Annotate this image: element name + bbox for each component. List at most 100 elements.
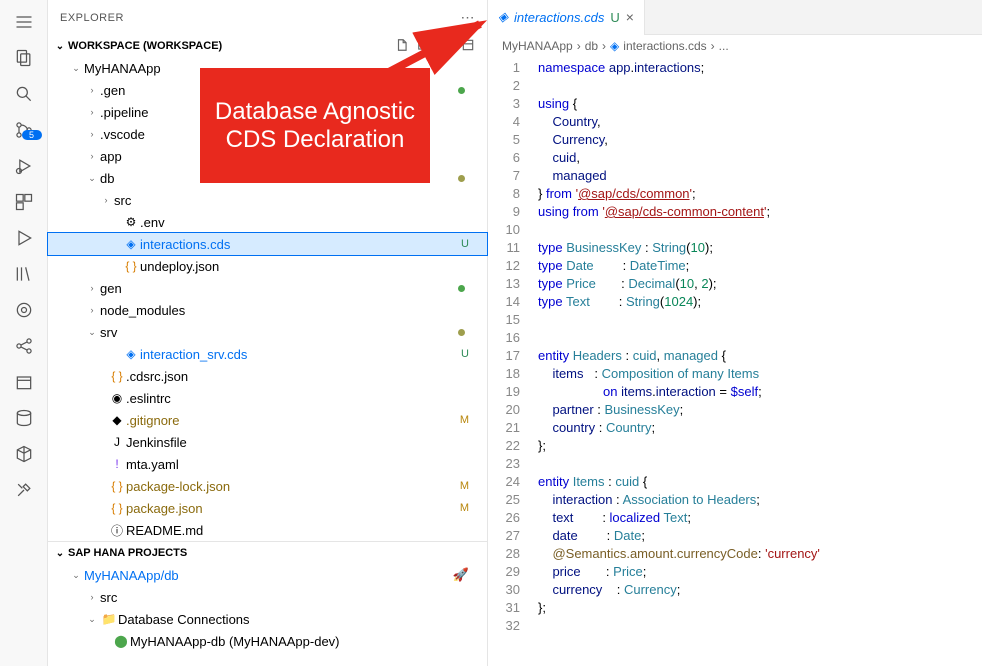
run-debug-icon[interactable] bbox=[10, 152, 38, 180]
code-line[interactable]: type Price : Decimal(10, 2); bbox=[538, 275, 982, 293]
tree-item[interactable]: { }package.jsonM bbox=[48, 497, 487, 519]
tree-item[interactable]: ›node_modules bbox=[48, 299, 487, 321]
tree-item[interactable]: { }undeploy.json bbox=[48, 255, 487, 277]
source-control-icon[interactable] bbox=[10, 116, 38, 144]
chevron-down-icon: ⌄ bbox=[52, 41, 68, 52]
search-icon[interactable] bbox=[10, 80, 38, 108]
code-line[interactable]: partner : BusinessKey; bbox=[538, 401, 982, 419]
tree-label: .env bbox=[140, 215, 165, 230]
cube-icon[interactable] bbox=[10, 440, 38, 468]
line-number: 7 bbox=[488, 167, 520, 185]
database-icon[interactable] bbox=[10, 404, 38, 432]
code-line[interactable] bbox=[538, 311, 982, 329]
tree-item[interactable]: ◆.gitignoreM bbox=[48, 409, 487, 431]
tree-label: Jenkinsfile bbox=[126, 435, 187, 450]
tree-label: package-lock.json bbox=[126, 479, 230, 494]
cds-icon: ◈ bbox=[122, 347, 140, 361]
tree-item[interactable]: ›gen bbox=[48, 277, 487, 299]
breadcrumb-segment[interactable]: ... bbox=[719, 39, 729, 53]
extensions-icon[interactable] bbox=[10, 188, 38, 216]
explorer-icon[interactable] bbox=[10, 44, 38, 72]
code-line[interactable]: Country, bbox=[538, 113, 982, 131]
tree-label: .gitignore bbox=[126, 413, 179, 428]
menu-icon[interactable] bbox=[10, 8, 38, 36]
tree-item[interactable]: ◈interaction_srv.cdsU bbox=[48, 343, 487, 365]
code-line[interactable]: price : Price; bbox=[538, 563, 982, 581]
tree-item[interactable]: JJenkinsfile bbox=[48, 431, 487, 453]
tree-label: interaction_srv.cds bbox=[140, 347, 247, 362]
callout-text: Database Agnostic CDS Declaration bbox=[206, 98, 424, 154]
breadcrumb-segment[interactable]: MyHANAApp bbox=[502, 39, 573, 53]
tree-item[interactable]: ⓘREADME.md bbox=[48, 519, 487, 541]
play-icon[interactable] bbox=[10, 224, 38, 252]
code-line[interactable]: entity Items : cuid { bbox=[538, 473, 982, 491]
code-line[interactable]: interaction : Association to Headers; bbox=[538, 491, 982, 509]
tree-item[interactable]: ◉.eslintrc bbox=[48, 387, 487, 409]
code-line[interactable]: items : Composition of many Items bbox=[538, 365, 982, 383]
code-line[interactable] bbox=[538, 77, 982, 95]
json-icon: { } bbox=[122, 259, 140, 273]
code-line[interactable] bbox=[538, 221, 982, 239]
code-line[interactable] bbox=[538, 329, 982, 347]
code-line[interactable]: @Semantics.amount.currencyCode: 'currenc… bbox=[538, 545, 982, 563]
tree-item[interactable]: ⚙.env bbox=[48, 211, 487, 233]
hana-src[interactable]: › src bbox=[48, 586, 487, 608]
code-line[interactable]: } from '@sap/cds/common'; bbox=[538, 185, 982, 203]
tree-item[interactable]: { }.cdsrc.json bbox=[48, 365, 487, 387]
code-line[interactable]: type Date : DateTime; bbox=[538, 257, 982, 275]
tree-item[interactable]: ◈interactions.cdsU bbox=[48, 233, 487, 255]
status-dot bbox=[458, 329, 465, 336]
code-line[interactable]: type BusinessKey : String(10); bbox=[538, 239, 982, 257]
tree-item[interactable]: !mta.yaml bbox=[48, 453, 487, 475]
code-line[interactable]: currency : Currency; bbox=[538, 581, 982, 599]
code-line[interactable]: date : Date; bbox=[538, 527, 982, 545]
circle-icon[interactable] bbox=[10, 296, 38, 324]
code-line[interactable]: type Text : String(1024); bbox=[538, 293, 982, 311]
chevron-down-icon: ⌄ bbox=[84, 614, 100, 625]
code-area[interactable]: 1234567891011121314151617181920212223242… bbox=[488, 57, 982, 666]
tools-icon[interactable] bbox=[10, 476, 38, 504]
tab-interactions[interactable]: ◈ interactions.cds U × bbox=[488, 0, 645, 35]
md-icon: ⓘ bbox=[108, 522, 126, 539]
library-icon[interactable] bbox=[10, 260, 38, 288]
code-line[interactable]: entity Headers : cuid, managed { bbox=[538, 347, 982, 365]
hana-connections[interactable]: ⌄ 📁 Database Connections bbox=[48, 608, 487, 630]
code-line[interactable]: country : Country; bbox=[538, 419, 982, 437]
git-icon: ◆ bbox=[108, 413, 126, 427]
code-content[interactable]: namespace app.interactions; using { Coun… bbox=[534, 57, 982, 666]
hana-header[interactable]: ⌄ SAP HANA PROJECTS bbox=[48, 542, 487, 564]
rocket-icon[interactable]: 🚀 bbox=[453, 567, 469, 583]
tab-bar: ◈ interactions.cds U × bbox=[488, 0, 982, 35]
code-line[interactable]: text : localized Text; bbox=[538, 509, 982, 527]
code-line[interactable]: using from '@sap/cds-common-content'; bbox=[538, 203, 982, 221]
code-line[interactable]: }; bbox=[538, 599, 982, 617]
tree-item[interactable]: ›src bbox=[48, 189, 487, 211]
code-line[interactable] bbox=[538, 455, 982, 473]
chevron-icon: ⌄ bbox=[84, 327, 100, 338]
share-icon[interactable] bbox=[10, 332, 38, 360]
line-numbers: 1234567891011121314151617181920212223242… bbox=[488, 57, 534, 666]
code-line[interactable]: managed bbox=[538, 167, 982, 185]
box-icon[interactable] bbox=[10, 368, 38, 396]
tree-item[interactable]: { }package-lock.jsonM bbox=[48, 475, 487, 497]
code-line[interactable]: namespace app.interactions; bbox=[538, 59, 982, 77]
code-line[interactable]: using { bbox=[538, 95, 982, 113]
hana-project[interactable]: ⌄ MyHANAApp/db 🚀 bbox=[48, 564, 487, 586]
status-dot bbox=[458, 175, 465, 182]
code-line[interactable] bbox=[538, 617, 982, 635]
breadcrumb[interactable]: MyHANAApp›db›◈ interactions.cds›... bbox=[488, 35, 982, 57]
line-number: 10 bbox=[488, 221, 520, 239]
breadcrumb-segment[interactable]: interactions.cds bbox=[623, 39, 706, 53]
tree-item[interactable]: ⌄srv bbox=[48, 321, 487, 343]
line-number: 23 bbox=[488, 455, 520, 473]
hana-db-conn[interactable]: ⬤ MyHANAApp-db (MyHANAApp-dev) bbox=[48, 630, 487, 652]
code-line[interactable]: on items.interaction = $self; bbox=[538, 383, 982, 401]
breadcrumb-segment[interactable]: db bbox=[585, 39, 598, 53]
code-line[interactable]: cuid, bbox=[538, 149, 982, 167]
code-line[interactable]: Currency, bbox=[538, 131, 982, 149]
close-icon[interactable]: × bbox=[626, 9, 634, 25]
line-number: 16 bbox=[488, 329, 520, 347]
tree-label: .pipeline bbox=[100, 105, 148, 120]
tree-label: .cdsrc.json bbox=[126, 369, 188, 384]
code-line[interactable]: }; bbox=[538, 437, 982, 455]
